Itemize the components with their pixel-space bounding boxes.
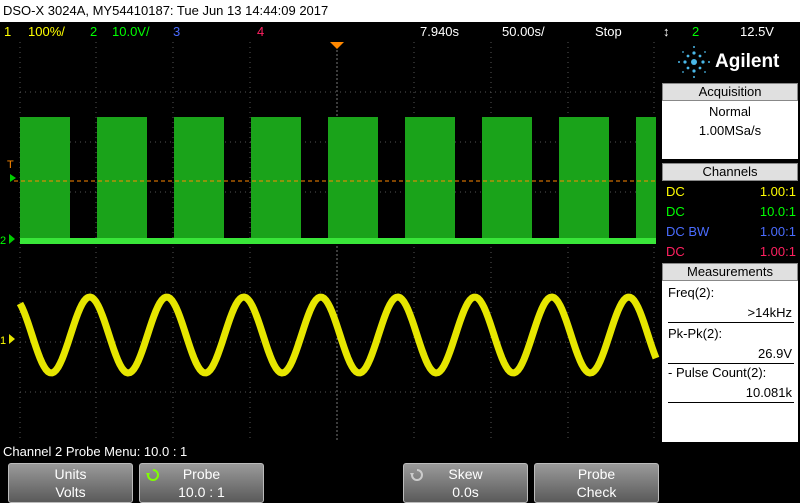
ch2-probe-ratio: 10.0:1 (759, 204, 796, 219)
ch2-pulse (20, 117, 70, 242)
trigger-level[interactable]: 12.5V (740, 22, 774, 42)
acquisition-mode: Normal (709, 104, 751, 119)
ch1-probe-ratio: 1.00:1 (759, 184, 796, 199)
side-panel: Agilent Acquisition Normal 1.00MSa/s Cha… (660, 42, 800, 442)
run-state[interactable]: Stop (595, 22, 622, 42)
ch2-pulse (174, 117, 224, 242)
ch1-ground-arrow-icon (9, 334, 15, 344)
agilent-logo: Agilent (660, 42, 800, 82)
divider (668, 363, 794, 364)
softkey-value: Check (576, 484, 617, 500)
probe-check-softkey[interactable]: Probe Check (534, 463, 659, 503)
ch4-probe-ratio: 1.00:1 (759, 244, 796, 259)
divider (668, 322, 794, 323)
logo-text: Agilent (715, 51, 780, 72)
acquisition-header: Acquisition (662, 83, 798, 101)
freq-value: >14kHz (747, 305, 792, 320)
ch1-scale[interactable]: 100%/ (28, 22, 65, 42)
divider (668, 402, 794, 403)
ch3-coupling: DC BW (666, 224, 710, 239)
probe-ratio-softkey[interactable]: Probe 10.0 : 1 (139, 463, 264, 503)
ch1-coupling: DC (666, 184, 685, 199)
units-softkey[interactable]: Units Volts (8, 463, 133, 503)
trigger-position-marker[interactable] (330, 42, 344, 49)
measurements-panel: Freq(2): >14kHz Pk-Pk(2): 26.9V - Pulse … (662, 281, 798, 442)
time-position[interactable]: 7.940s (420, 22, 459, 42)
softkey-label: Skew (448, 466, 483, 482)
ch2-baseline (20, 238, 656, 244)
softkey-label: Probe (182, 466, 221, 482)
ch3-probe-ratio: 1.00:1 (759, 224, 796, 239)
ch4-number[interactable]: 4 (257, 22, 264, 42)
softkey-label: Probe (577, 466, 616, 482)
time-scale[interactable]: 50.00s/ (502, 22, 545, 42)
acquisition-panel: Normal 1.00MSa/s (662, 101, 798, 159)
ch2-pulse (251, 117, 301, 242)
ch2-pulse (405, 117, 455, 242)
trigger-slope-icon: ↕ (663, 24, 670, 39)
channels-panel: DC 1.00:1 DC 10.0:1 DC BW 1.00:1 DC 1.00… (662, 181, 798, 261)
ch2-ground-arrow-icon (9, 234, 15, 244)
ch2-pulse (97, 117, 147, 242)
softkey-label: Units (54, 466, 87, 482)
waveform-display[interactable]: T 2 1 (0, 42, 660, 442)
ch2-pulse (636, 117, 656, 242)
pkpk-value: 26.9V (758, 346, 792, 361)
softkey-value: 10.0 : 1 (178, 484, 225, 500)
pulse-count-label: - Pulse Count(2): (668, 365, 767, 380)
ch4-coupling: DC (666, 244, 685, 259)
ch2-scale[interactable]: 10.0V/ (112, 22, 150, 42)
ch3-number[interactable]: 3 (173, 22, 180, 42)
device-info: DSO-X 3024A, MY54410187: Tue Jun 13 14:4… (3, 3, 329, 18)
sample-rate: 1.00MSa/s (698, 123, 762, 138)
channel-row-4[interactable]: DC 1.00:1 (666, 242, 796, 261)
spark-logo-icon (678, 46, 710, 78)
skew-softkey[interactable]: Skew 0.0s (403, 463, 528, 503)
ch2-ground-marker[interactable]: 2 (0, 235, 6, 247)
channel-row-2[interactable]: DC 10.0:1 (666, 202, 796, 221)
channel-row-1[interactable]: DC 1.00:1 (666, 182, 796, 201)
channels-header: Channels (662, 163, 798, 181)
ch1-ground-marker[interactable]: 1 (0, 335, 6, 347)
trigger-source[interactable]: 2 (692, 22, 699, 42)
ch1-number[interactable]: 1 (4, 22, 11, 42)
ch1-sine-wave (16, 293, 660, 377)
probe-menu-title: Channel 2 Probe Menu: 10.0 : 1 (3, 444, 188, 459)
pulse-count-value: 10.081k (745, 385, 792, 400)
softkey-value: 0.0s (452, 484, 479, 500)
ch2-pulse (482, 117, 532, 242)
ch2-coupling: DC (666, 204, 685, 219)
measurements-header: Measurements (662, 263, 798, 281)
ch2-pulse (559, 117, 609, 242)
softkey-value: Volts (55, 484, 86, 500)
channel-row-3[interactable]: DC BW 1.00:1 (666, 222, 796, 241)
softkey-bar: Channel 2 Probe Menu: 10.0 : 1 Units Vol… (0, 442, 800, 503)
freq-label: Freq(2): (668, 285, 715, 300)
ch2-number[interactable]: 2 (90, 22, 97, 42)
trigger-marker-label[interactable]: T (7, 159, 14, 171)
pkpk-label: Pk-Pk(2): (668, 326, 723, 341)
ch2-pulse (328, 117, 378, 242)
waveform-svg: T 2 1 (0, 42, 660, 442)
status-bar: 1 100%/ 2 10.0V/ 3 4 7.940s 50.00s/ Stop… (0, 22, 800, 42)
title-bar: DSO-X 3024A, MY54410187: Tue Jun 13 14:4… (0, 0, 800, 22)
